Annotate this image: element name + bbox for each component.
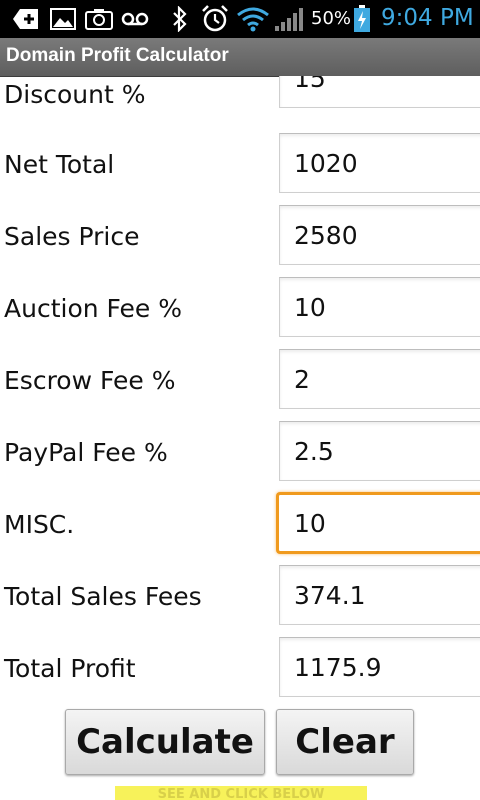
bluetooth-icon (170, 6, 190, 32)
image-icon (50, 6, 76, 32)
sales-price-input[interactable] (280, 206, 480, 264)
add-icon (12, 6, 40, 32)
auction-fee-row: Auction Fee % (0, 276, 480, 348)
paypal-fee-field[interactable] (279, 421, 480, 481)
voicemail-icon (120, 6, 150, 32)
alarm-icon (200, 5, 230, 32)
calculate-button[interactable]: Calculate (65, 709, 265, 775)
total-profit-row: Total Profit (0, 636, 480, 708)
wifi-icon (236, 6, 270, 32)
net-total-input[interactable] (280, 134, 480, 192)
discount-row: Discount % (0, 76, 480, 132)
ad-banner[interactable]: SEE AND CLICK BELOW (115, 786, 367, 800)
battery-charging-icon (353, 5, 371, 32)
auction-fee-label: Auction Fee % (4, 294, 183, 323)
total-profit-field[interactable] (279, 637, 480, 697)
escrow-fee-label: Escrow Fee % (4, 366, 176, 395)
clock: 9:04 PM (381, 5, 474, 31)
misc-row: MISC. (0, 492, 480, 564)
discount-label: Discount % (4, 80, 146, 109)
escrow-fee-field[interactable] (279, 349, 480, 409)
paypal-fee-label: PayPal Fee % (4, 438, 168, 467)
discount-field[interactable] (279, 76, 480, 108)
sales-price-label: Sales Price (4, 222, 140, 251)
auction-fee-field[interactable] (279, 277, 480, 337)
signal-icon (274, 6, 306, 32)
net-total-field[interactable] (279, 133, 480, 193)
sales-price-row: Sales Price (0, 204, 480, 276)
total-profit-input[interactable] (280, 638, 480, 696)
net-total-label: Net Total (4, 150, 115, 179)
calculator-form: Discount % Net Total Sales Price Auction… (0, 76, 480, 800)
net-total-row: Net Total (0, 132, 480, 204)
misc-field[interactable] (276, 492, 480, 554)
paypal-fee-row: PayPal Fee % (0, 420, 480, 492)
paypal-fee-input[interactable] (280, 422, 480, 480)
total-profit-label: Total Profit (4, 654, 136, 683)
total-fees-input[interactable] (280, 566, 480, 624)
battery-percent: 50% (311, 8, 352, 29)
clear-button[interactable]: Clear (276, 709, 414, 775)
app-title: Domain Profit Calculator (6, 45, 229, 66)
total-fees-field[interactable] (279, 565, 480, 625)
total-fees-row: Total Sales Fees (0, 564, 480, 636)
ad-text: SEE AND CLICK BELOW (157, 787, 325, 800)
title-bar: Domain Profit Calculator (0, 38, 480, 77)
total-fees-label: Total Sales Fees (4, 582, 202, 611)
escrow-fee-input[interactable] (280, 350, 480, 408)
misc-input[interactable] (279, 495, 480, 551)
sales-price-field[interactable] (279, 205, 480, 265)
status-bar: 50% 9:04 PM (0, 0, 480, 38)
camera-icon (85, 6, 113, 32)
misc-label: MISC. (4, 510, 75, 539)
auction-fee-input[interactable] (280, 278, 480, 336)
escrow-fee-row: Escrow Fee % (0, 348, 480, 420)
discount-input[interactable] (280, 76, 480, 107)
